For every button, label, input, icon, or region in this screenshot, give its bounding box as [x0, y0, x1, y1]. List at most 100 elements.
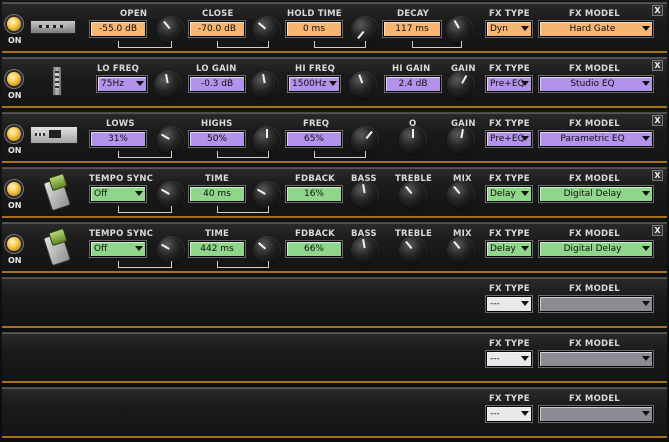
highs-label: HIGHS — [201, 119, 233, 129]
fx-slot-5: ON TEMPO SYNC Off TIME 442 ms FDBACK 66%… — [2, 222, 667, 273]
fx-type-value: Delay — [490, 189, 516, 199]
mix-knob[interactable] — [448, 182, 474, 208]
q-knob[interactable] — [400, 127, 426, 153]
lo-freq-select[interactable]: 75Hz — [97, 76, 147, 92]
chevron-down-icon — [521, 301, 529, 306]
close-knob[interactable] — [254, 17, 280, 43]
fx-type-value: --- — [490, 354, 500, 364]
fx-slot-1: ON OPEN -55.0 dB CLOSE -70.0 dB HOLD TIM… — [2, 2, 667, 53]
fx-type-select[interactable]: --- — [486, 406, 532, 422]
fx-type-select[interactable]: --- — [486, 351, 532, 367]
highs-value[interactable]: 50% — [189, 131, 245, 147]
fx-type-select[interactable]: Pre+EQ — [486, 76, 532, 92]
fx-model-select[interactable]: Hard Gate — [539, 21, 653, 37]
treble-knob[interactable] — [400, 182, 426, 208]
fx-model-select[interactable]: Digital Delay — [539, 186, 653, 202]
power-led-icon[interactable] — [7, 182, 21, 196]
hold-time-knob[interactable] — [352, 17, 378, 43]
fx-type-select[interactable]: Delay — [486, 241, 532, 257]
time-value[interactable]: 40 ms — [189, 186, 245, 202]
fx-type-select[interactable]: Delay — [486, 186, 532, 202]
hi-freq-value: 1500Hz — [292, 79, 327, 89]
close-label: CLOSE — [202, 9, 234, 19]
lo-gain-knob-2[interactable] — [252, 72, 278, 98]
fx-model-select[interactable] — [539, 296, 653, 312]
power-led-icon[interactable] — [7, 72, 21, 86]
gain-knob[interactable] — [448, 127, 474, 153]
power-led-icon[interactable] — [7, 17, 21, 31]
fx-type-select[interactable]: Pre+EQ — [486, 131, 532, 147]
fx-slot-4: ON TEMPO SYNC Off TIME 40 ms FDBACK 16% … — [2, 167, 667, 218]
chevron-down-icon — [521, 191, 529, 196]
decay-bracket — [412, 41, 462, 48]
chevron-down-icon — [642, 191, 650, 196]
mix-knob[interactable] — [448, 237, 474, 263]
close-slot-button[interactable]: X — [652, 5, 663, 16]
fx-model-label: FX MODEL — [569, 229, 620, 239]
fx-model-select[interactable]: Parametric EQ — [539, 131, 653, 147]
fx-type-select[interactable]: Dyn — [486, 21, 532, 37]
gain-knob[interactable] — [448, 72, 474, 98]
highs-knob[interactable] — [254, 127, 280, 153]
power-led-icon[interactable] — [7, 237, 21, 251]
close-value[interactable]: -70.0 dB — [189, 21, 245, 37]
hi-freq-label: HI FREQ — [295, 64, 336, 74]
freq-value[interactable]: 65% — [286, 131, 342, 147]
hold-time-value[interactable]: 0 ms — [286, 21, 342, 37]
hi-freq-select[interactable]: 1500Hz — [288, 76, 340, 92]
bass-knob[interactable] — [352, 182, 378, 208]
fx-model-select[interactable] — [539, 351, 653, 367]
decay-value[interactable]: 117 ms — [383, 21, 441, 37]
tempo-knob[interactable] — [158, 237, 184, 263]
fdback-label: FDBACK — [295, 229, 335, 239]
lows-knob[interactable] — [158, 127, 184, 153]
bass-knob[interactable] — [352, 237, 378, 263]
time-label: TIME — [205, 174, 230, 184]
chevron-down-icon — [642, 246, 650, 251]
rack-gate-device-icon — [30, 20, 76, 34]
fx-type-label: FX TYPE — [489, 339, 530, 349]
lo-freq-label: LO FREQ — [97, 64, 140, 74]
time-knob[interactable] — [254, 237, 280, 263]
fx-slot-6: FX TYPE --- FX MODEL — [2, 277, 667, 328]
tempo-sync-select[interactable]: Off — [90, 186, 146, 202]
time-label: TIME — [205, 229, 230, 239]
tempo-sync-select[interactable]: Off — [90, 241, 146, 257]
chevron-down-icon — [521, 356, 529, 361]
decay-knob[interactable] — [447, 17, 473, 43]
open-knob[interactable] — [158, 17, 184, 43]
close-slot-button[interactable]: X — [652, 115, 663, 126]
fx-slot-2: ON LO FREQ 75Hz LO GAIN -0.3 dB HI FREQ … — [2, 57, 667, 108]
time-knob[interactable] — [254, 182, 280, 208]
tempo-knob[interactable] — [158, 182, 184, 208]
close-bracket — [217, 41, 269, 48]
fx-type-value: Pre+EQ — [490, 79, 525, 89]
fx-model-label: FX MODEL — [569, 339, 620, 349]
fx-model-select[interactable] — [539, 406, 653, 422]
fdback-value[interactable]: 66% — [286, 241, 342, 257]
chevron-down-icon — [521, 81, 529, 86]
close-slot-button[interactable]: X — [652, 60, 663, 71]
open-value[interactable]: -55.0 dB — [90, 21, 146, 37]
fx-model-select[interactable]: Studio EQ — [539, 76, 653, 92]
close-slot-button[interactable]: X — [652, 225, 663, 236]
fx-type-value: --- — [490, 409, 500, 419]
hi-gain-value[interactable]: 2.4 dB — [385, 76, 441, 92]
lows-value[interactable]: 31% — [90, 131, 146, 147]
open-label: OPEN — [120, 9, 148, 19]
treble-knob[interactable] — [400, 237, 426, 263]
hi-freq-knob[interactable] — [350, 72, 376, 98]
chevron-down-icon — [135, 246, 143, 251]
fx-type-value: Delay — [490, 244, 516, 254]
time-value[interactable]: 442 ms — [189, 241, 245, 257]
power-led-icon[interactable] — [7, 127, 21, 141]
freq-knob[interactable] — [352, 127, 378, 153]
lo-gain-value[interactable]: -0.3 dB — [189, 76, 245, 92]
tempo-bracket — [118, 261, 172, 268]
fdback-value[interactable]: 16% — [286, 186, 342, 202]
fx-slot-8: FX TYPE --- FX MODEL — [2, 387, 667, 438]
lo-gain-knob[interactable] — [155, 72, 181, 98]
fx-type-select[interactable]: --- — [486, 296, 532, 312]
fx-model-select[interactable]: Digital Delay — [539, 241, 653, 257]
close-slot-button[interactable]: X — [652, 170, 663, 181]
